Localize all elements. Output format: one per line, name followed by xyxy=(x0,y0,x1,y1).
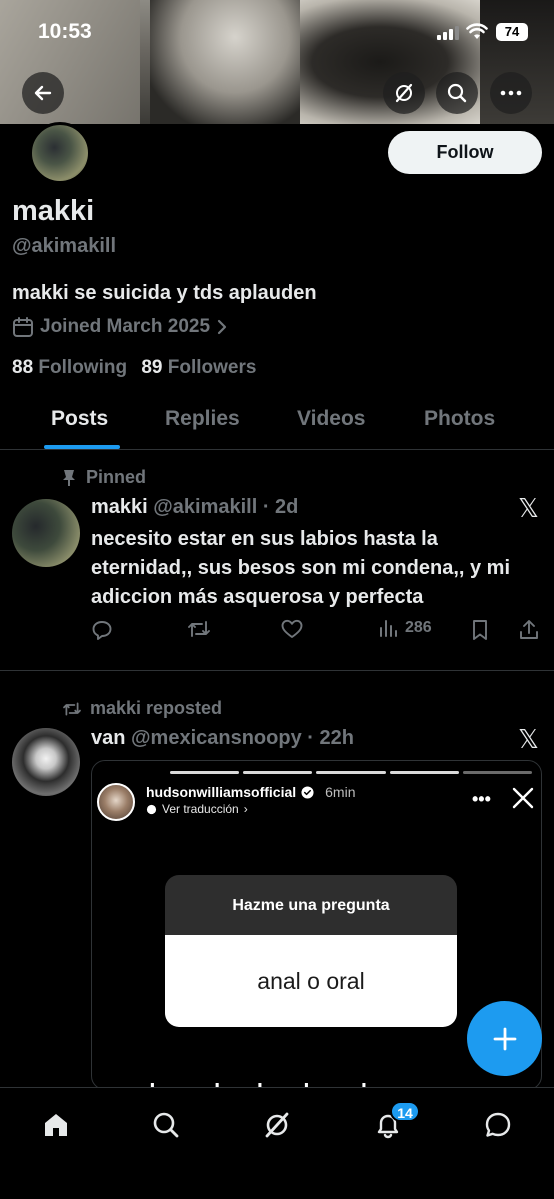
search-button[interactable] xyxy=(436,72,478,114)
story-translation-text: Ver traducción xyxy=(162,802,239,816)
joined-date[interactable]: Joined March 2025 xyxy=(12,316,228,338)
tab-replies[interactable]: Replies xyxy=(165,407,240,431)
pinned-text: Pinned xyxy=(86,467,147,487)
followers-link[interactable]: 89 Followers xyxy=(141,357,256,378)
story-more-icon: ••• xyxy=(472,789,491,809)
nav-home[interactable] xyxy=(38,1107,74,1143)
more-horizontal-icon xyxy=(500,90,522,96)
following-count: 88 xyxy=(12,357,34,378)
reply-button[interactable] xyxy=(91,619,113,641)
story-progress-bars xyxy=(170,771,533,774)
tab-posts[interactable]: Posts xyxy=(51,407,108,431)
grok-icon xyxy=(395,83,413,103)
nav-messages[interactable] xyxy=(480,1107,516,1143)
close-icon xyxy=(512,787,534,809)
pinned-label: Pinned xyxy=(62,467,146,488)
share-button[interactable] xyxy=(519,619,539,641)
views-button[interactable]: 286 xyxy=(379,619,432,637)
profile-avatar[interactable] xyxy=(29,122,91,184)
back-button[interactable] xyxy=(22,72,64,114)
battery-icon: 74 xyxy=(496,23,528,41)
home-icon xyxy=(45,1114,67,1136)
post-author[interactable]: van xyxy=(91,727,125,749)
repost-button[interactable] xyxy=(187,619,211,639)
question-answer: anal o oral xyxy=(165,935,457,1027)
wifi-icon xyxy=(466,23,488,39)
story-time: 6min xyxy=(325,784,356,800)
profile-tabs: Posts Replies Videos Photos xyxy=(0,395,554,450)
repost-icon xyxy=(188,621,210,637)
globe-icon xyxy=(146,804,157,814)
post-text: necesito estar en sus labios hasta la et… xyxy=(91,528,511,608)
reposted-label: makki reposted xyxy=(62,698,222,719)
views-chart-icon xyxy=(380,620,397,637)
status-time: 10:53 xyxy=(38,20,92,43)
pin-icon xyxy=(63,469,75,486)
tab-videos[interactable]: Videos xyxy=(297,407,365,431)
profile-handle: @akimakill xyxy=(12,235,117,257)
following-link[interactable]: 88 Following xyxy=(12,357,127,378)
calendar-icon xyxy=(13,317,33,337)
like-button[interactable] xyxy=(281,619,303,639)
arrow-left-icon xyxy=(34,85,52,101)
post-header: makki @akimakill · 2d xyxy=(91,496,298,519)
bookmark-button[interactable] xyxy=(471,619,489,641)
follow-counts: 88 Following 89 Followers xyxy=(12,357,256,379)
joined-label: Joined March 2025 xyxy=(40,316,211,337)
post-header: van @mexicansnoopy · 22h xyxy=(91,727,354,750)
avatar[interactable] xyxy=(12,499,80,567)
pinned-post[interactable]: Pinned makki @akimakill · 2d 𝕏 necesito … xyxy=(0,451,554,671)
followers-count: 89 xyxy=(141,357,163,378)
messages-icon xyxy=(485,1112,511,1137)
nav-search[interactable] xyxy=(148,1107,184,1143)
nav-grok[interactable] xyxy=(259,1107,295,1143)
chevron-right-icon: › xyxy=(243,802,248,816)
bookmark-icon xyxy=(473,620,487,640)
story-translation: Ver traducción › xyxy=(146,802,248,816)
active-tab-indicator xyxy=(44,445,120,449)
post-author[interactable]: makki xyxy=(91,496,148,518)
notifications-badge: 14 xyxy=(390,1101,420,1122)
compose-button[interactable] xyxy=(467,1001,542,1076)
following-label: Following xyxy=(38,357,128,378)
more-options-button[interactable] xyxy=(490,72,532,114)
cellular-signal-icon xyxy=(437,26,459,40)
avatar[interactable] xyxy=(12,728,80,796)
reply-icon xyxy=(92,621,112,640)
plus-icon xyxy=(493,1027,516,1050)
post-meta: @akimakill · 2d xyxy=(153,496,299,518)
grok-button[interactable] xyxy=(383,72,425,114)
search-icon xyxy=(447,83,467,103)
post-actions: 286 xyxy=(91,617,546,647)
repost-icon xyxy=(63,702,81,715)
question-title: Hazme una pregunta xyxy=(165,875,457,935)
tab-photos[interactable]: Photos xyxy=(424,407,495,431)
story-username: hudsonwilliamsofficial 6min xyxy=(146,784,356,800)
x-logo-icon: 𝕏 xyxy=(518,493,539,523)
verified-badge-icon xyxy=(301,785,314,799)
chevron-right-icon xyxy=(217,319,227,335)
bottom-navigation: 14 xyxy=(0,1087,554,1199)
profile-bio: makki se suicida y tds aplauden xyxy=(12,282,317,304)
views-count: 286 xyxy=(405,619,432,636)
followers-label: Followers xyxy=(167,357,257,378)
share-icon xyxy=(520,620,538,639)
heart-icon xyxy=(281,619,303,638)
reposted-text: makki reposted xyxy=(90,698,223,718)
grok-icon xyxy=(265,1112,289,1138)
question-sticker: Hazme una pregunta anal o oral xyxy=(165,875,457,1027)
story-avatar xyxy=(97,783,135,821)
profile-name: makki xyxy=(12,195,95,227)
status-bar: 10:53 74 xyxy=(0,18,554,48)
x-logo-icon: 𝕏 xyxy=(518,724,539,754)
post-meta: @mexicansnoopy · 22h xyxy=(131,727,354,749)
story-username-text: hudsonwilliamsofficial xyxy=(146,784,297,800)
search-icon xyxy=(153,1112,179,1138)
follow-button[interactable]: Follow xyxy=(388,131,542,174)
